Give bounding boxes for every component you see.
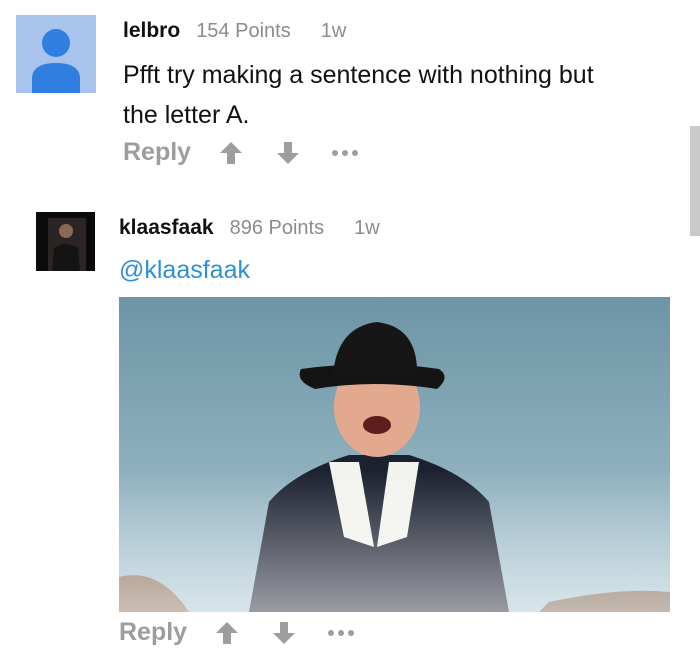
comment-actions: Reply bbox=[123, 138, 359, 167]
comment-text: Pfft try making a sentence with nothing … bbox=[123, 55, 594, 135]
arrow-down-icon[interactable] bbox=[272, 621, 296, 645]
points-count: 896 Points bbox=[229, 217, 325, 239]
scrollbar-thumb[interactable] bbox=[690, 126, 700, 236]
avatar-lelbro[interactable] bbox=[16, 15, 96, 93]
more-dots-icon[interactable] bbox=[332, 149, 359, 156]
comment-meta: lelbro 154 Points 1w bbox=[123, 19, 346, 43]
comment-text-line-2: the letter A. bbox=[123, 101, 250, 129]
arrow-up-icon[interactable] bbox=[219, 141, 243, 165]
comment-meta: klaasfaak 896 Points 1w bbox=[119, 216, 380, 240]
username[interactable]: klaasfaak bbox=[119, 216, 214, 240]
more-dots-icon[interactable] bbox=[328, 629, 355, 636]
arrow-up-icon[interactable] bbox=[215, 621, 239, 645]
mention-link[interactable]: @klaasfaak bbox=[119, 256, 250, 285]
reply-button[interactable]: Reply bbox=[123, 138, 191, 167]
user-silhouette-icon bbox=[32, 29, 80, 93]
avatar-photo-image bbox=[36, 212, 95, 271]
reply-button[interactable]: Reply bbox=[119, 618, 187, 647]
arrow-down-icon[interactable] bbox=[276, 141, 300, 165]
comment-age: 1w bbox=[320, 20, 347, 42]
embedded-gif[interactable] bbox=[119, 297, 670, 612]
avatar-klaasfaak[interactable] bbox=[36, 212, 95, 271]
comment-actions: Reply bbox=[119, 618, 355, 647]
gif-image bbox=[119, 297, 670, 612]
username[interactable]: lelbro bbox=[123, 19, 180, 43]
comment-age: 1w bbox=[354, 217, 380, 239]
comment-text-line-1: Pfft try making a sentence with nothing … bbox=[123, 61, 594, 89]
points-count: 154 Points bbox=[196, 20, 291, 42]
